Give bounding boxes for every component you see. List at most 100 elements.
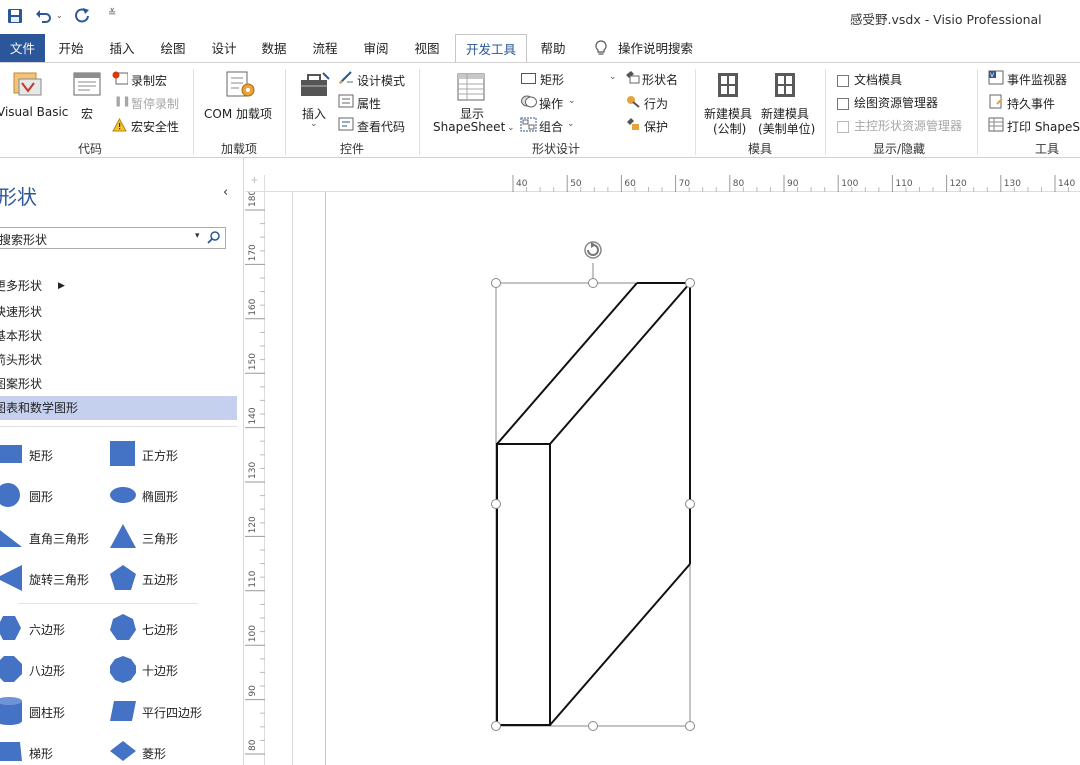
rectangle-dropdown-icon[interactable]: ⌄ [609,72,617,82]
shapesheet-dropdown-icon[interactable]: ⌄ [507,123,515,133]
stencil-rotated-triangle[interactable] [0,565,23,594]
group-button[interactable]: 组合 [539,118,563,135]
collapse-panel-icon[interactable]: ‹ [223,185,228,200]
horizontal-ruler[interactable]: 40 50 60 70 80 90 100 110 120 130 140 [265,175,1080,192]
stencil-parallelogram[interactable] [110,700,137,725]
doc-stencil-checkbox[interactable]: 文档模具 [837,71,902,88]
tab-data[interactable]: 数据 [253,34,295,63]
undo-dropdown-icon[interactable]: ⌄ [56,11,63,20]
pause-recording-button[interactable]: 暂停录制 [131,95,179,112]
nav-charts-math-shapes[interactable]: 图表和数学图形 [0,396,237,420]
stencil-triangle[interactable] [110,524,137,552]
tab-design[interactable]: 设计 [203,34,245,63]
tab-home[interactable]: 开始 [50,34,92,63]
protection-button[interactable]: 保护 [644,118,668,135]
stencil-circle[interactable] [0,482,22,511]
drawing-explorer-checkbox[interactable]: 绘图资源管理器 [837,94,938,111]
stencil-ellipse[interactable] [110,486,137,507]
ruler-label: 60 [624,179,636,189]
stencil-right-triangle[interactable] [0,525,23,552]
hexagon-shape-icon [0,616,21,640]
new-stencil-us-icon [774,72,796,101]
insert-dropdown-icon[interactable]: ⌄ [310,119,318,129]
stencil-trapezoid[interactable] [0,740,23,765]
operations-dropdown-icon[interactable]: ⌄ [568,96,576,106]
stencil-square[interactable] [110,441,136,470]
ruler-label: 160 [248,298,258,315]
stencil-right-triangle-label: 直角三角形 [29,532,90,546]
stencil-hexagon[interactable] [0,615,23,644]
operations-button[interactable]: 操作 [539,95,563,112]
com-addins-button[interactable]: COM 加载项 [204,105,272,122]
tab-developer[interactable]: 开发工具 [455,34,527,64]
group-dropdown-icon[interactable]: ⌄ [567,119,575,129]
window-title: 感受野.vsdx - Visio Professional [850,12,1042,27]
stencil-decagon[interactable] [110,656,137,686]
print-shapesheet-icon [988,117,1004,135]
stencil-rectangle[interactable] [0,443,23,468]
visual-basic-button[interactable]: Visual Basic [0,105,68,119]
nav-arrow-shapes[interactable]: 箭头形状 [0,348,237,372]
design-mode-button[interactable]: 设计模式 [357,72,405,89]
stencil-diamond[interactable] [110,741,137,764]
stencil-cylinder[interactable] [0,697,23,728]
stencil-pentagon[interactable] [110,565,137,594]
stencil-heptagon[interactable] [110,614,137,644]
stencil-triangle-label: 三角形 [142,532,179,546]
properties-button[interactable]: 属性 [357,95,381,112]
resize-handle [685,499,695,509]
stencil-trapezoid-label: 梯形 [29,747,54,761]
save-icon[interactable] [7,8,23,27]
group-label-controls: 控件 [340,142,365,156]
undo-icon[interactable] [35,8,53,27]
persistent-events-button[interactable]: 持久事件 [1007,95,1055,112]
new-stencil-metric-label-2[interactable]: (公制) [713,120,746,137]
tab-help[interactable]: 帮助 [532,34,574,63]
vertical-ruler[interactable]: 180 170 160 150 140 130 120 110 100 90 80 [245,192,265,765]
tab-insert[interactable]: 插入 [101,34,143,63]
ruler-label: 130 [248,462,258,479]
ruler-label: 150 [248,353,258,370]
behavior-button[interactable]: 行为 [644,95,668,112]
macros-button[interactable]: 宏 [81,105,93,122]
search-icon[interactable] [207,230,221,247]
shape-name-button[interactable]: 形状名 [642,71,678,88]
tab-process[interactable]: 流程 [304,34,346,63]
show-shapesheet-label-2[interactable]: ShapeSheet [433,120,505,134]
drawing-shape-group[interactable] [480,236,710,736]
record-macro-button[interactable]: 录制宏 [131,72,167,89]
nav-more-shapes-label: 更多形状 [0,279,43,293]
ruler-label: 90 [248,685,258,697]
triangle-shape-icon [110,524,136,548]
master-explorer-checkbox[interactable]: 主控形状资源管理器 [837,117,962,134]
tab-draw[interactable]: 绘图 [152,34,194,63]
view-code-icon [338,117,354,134]
nav-pattern-shapes[interactable]: 图案形状 [0,372,237,396]
tab-file[interactable]: 文件 [0,34,45,63]
redo-icon[interactable] [74,7,91,27]
page-guide-line [292,192,293,765]
search-shapes-input[interactable]: 搜索形状 ▾ [0,227,226,249]
tell-me-search[interactable]: 操作说明搜索 [618,34,696,63]
rectangle-button[interactable]: 矩形 [540,71,564,88]
rectangle-shape-icon [0,445,22,463]
ribbon-tabs: 文件 开始 插入 绘图 设计 数据 流程 审阅 视图 开发工具 帮助 操作说明搜… [0,34,1080,64]
new-stencil-us-label-2[interactable]: (美制单位) [758,120,815,137]
shapes-panel-title: 形状 [0,185,37,209]
event-monitor-button[interactable]: 事件监视器 [1007,71,1067,88]
resize-handle [491,721,501,731]
print-shapesheet-button[interactable]: 打印 ShapeSh [1007,118,1080,135]
view-code-button[interactable]: 查看代码 [357,118,405,135]
stencil-octagon[interactable] [0,656,23,686]
nav-more-shapes[interactable]: 更多形状 ▶ [0,274,237,298]
ruler-label: 180 [248,192,258,207]
search-dropdown-icon[interactable]: ▾ [195,231,200,241]
nav-basic-shapes[interactable]: 基本形状 [0,324,237,348]
tab-review[interactable]: 审阅 [355,34,397,63]
nav-quick-shapes[interactable]: 快速形状 [0,300,237,324]
stencil-square-label: 正方形 [142,449,179,463]
macro-security-button[interactable]: 宏安全性 [131,118,179,135]
rectangle-icon [521,73,536,84]
tab-view[interactable]: 视图 [406,34,448,63]
customize-qat-icon[interactable]: ≚ [108,8,116,19]
